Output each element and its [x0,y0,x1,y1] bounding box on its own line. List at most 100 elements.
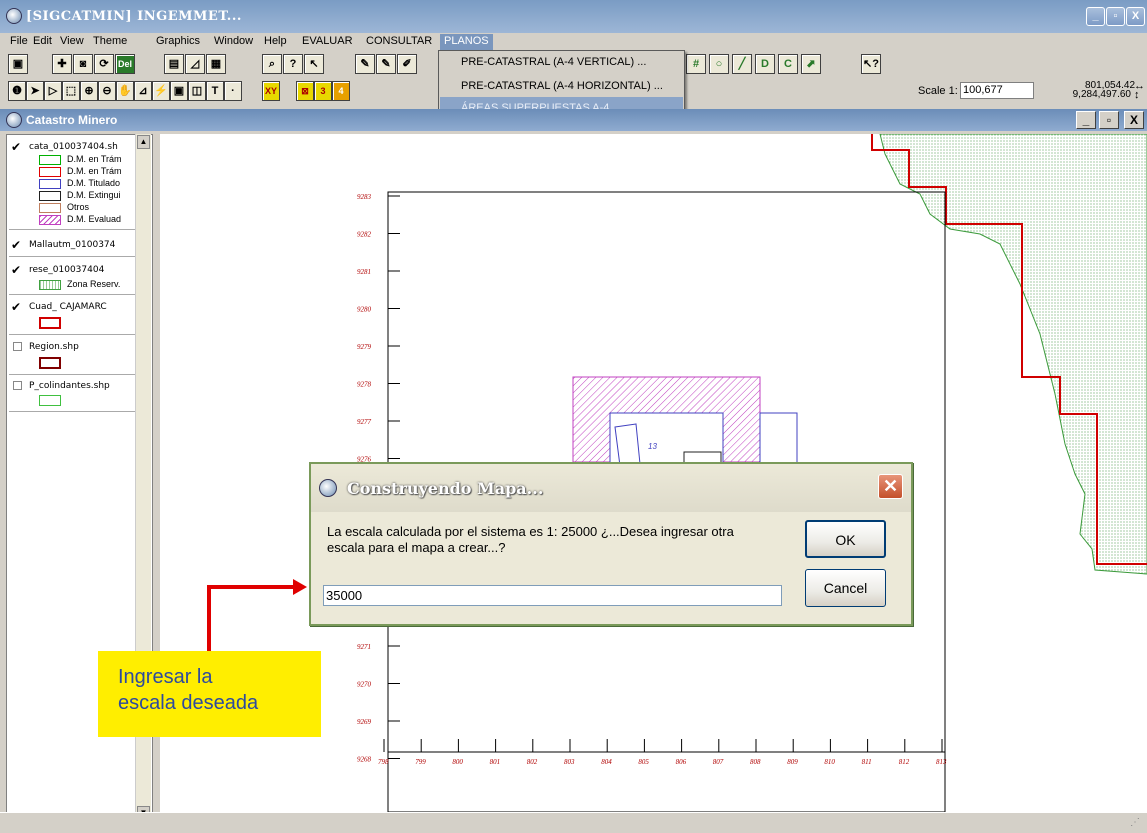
add-theme-icon[interactable]: ✚ [52,54,72,74]
grid-icon[interactable]: # [686,54,706,74]
tool-3-icon[interactable]: 3 [314,81,332,101]
menu-bar: File Edit View Theme Graphics Window Hel… [0,33,1147,51]
edit-tool-2-icon[interactable]: ✎ [376,54,396,74]
vertex-icon[interactable]: ▷ [44,81,62,101]
menu-window[interactable]: Window [214,35,253,47]
layer-name: P_colindantes.shp [29,381,110,391]
y-tick-label: 9270 [357,681,372,689]
chart-icon[interactable]: ◿ [185,54,205,74]
dialog-close-button[interactable]: ✕ [878,474,903,499]
table-icon[interactable]: ▤ [164,54,184,74]
red-arrow-pointer [207,579,307,653]
legend-label: D.M. Evaluad [67,214,122,224]
legend-label: Otros [67,202,90,212]
menu-consultar[interactable]: CONSULTAR [366,35,432,47]
menu-edit[interactable]: Edit [33,35,52,47]
info-icon[interactable]: ❶ [8,81,26,101]
ok-button[interactable]: OK [805,520,886,558]
menu-view[interactable]: View [60,35,84,47]
coord-y: 9,284,497.60 [1072,89,1131,100]
checkmark-icon[interactable]: ✔ [11,141,23,153]
legend-label: Zona Reserv. [67,279,121,289]
y-tick-label: 9280 [357,306,372,314]
cancel-button[interactable]: Cancel [805,569,886,607]
app-title-bar: [SIGCATMIN] INGEMMET... _ ▫ X [0,0,1147,33]
text-tool-icon[interactable]: T [206,81,224,101]
pointer-help-icon[interactable]: ↖ [304,54,324,74]
x-tick-label: 800 [452,758,463,766]
save-icon[interactable]: ▣ [8,54,28,74]
legend-swatch [39,215,61,225]
resize-grip-icon[interactable]: ⋰ [1130,817,1140,828]
checkmark-icon[interactable]: ✔ [11,239,23,251]
doc-close-button[interactable]: X [1124,111,1144,129]
edit-tool-1-icon[interactable]: ✎ [355,54,375,74]
y-tick-label: 9269 [357,718,372,726]
line-icon[interactable]: ╱ [732,54,752,74]
delete-button[interactable]: Del [115,54,135,74]
zoom-in-icon[interactable]: ⊕ [80,81,98,101]
area-select-icon[interactable]: ▣ [170,81,188,101]
y-tick-label: 9279 [357,343,372,351]
x-tick-label: 804 [601,758,612,766]
menu-theme[interactable]: Theme [93,35,127,47]
app-title: [SIGCATMIN] INGEMMET... [26,9,242,24]
close-button[interactable]: X [1126,7,1145,26]
layer-checkbox[interactable] [13,381,22,390]
menu-help[interactable]: Help [264,35,287,47]
x-tick-label: 801 [490,758,501,766]
c-icon[interactable]: C [778,54,798,74]
scale-input-field[interactable]: 35000 [323,585,782,606]
callout-line-2: escala deseada [118,692,259,714]
xy-button[interactable]: XY [262,81,280,101]
identify-icon[interactable]: ↖? [861,54,881,74]
tool-4-icon[interactable]: 4 [332,81,350,101]
d-icon[interactable]: D [755,54,775,74]
select-icon[interactable]: ⬚ [62,81,80,101]
xy-tool-icon[interactable]: ⊠ [296,81,314,101]
maximize-button[interactable]: ▫ [1106,7,1125,26]
legend-label: D.M. en Trám [67,154,122,164]
app-globe-icon [6,8,22,24]
layout-icon[interactable]: ▦ [206,54,226,74]
hotlink-icon[interactable]: ⚡ [152,81,170,101]
circle-icon[interactable]: ○ [709,54,729,74]
layer-checkbox[interactable] [13,342,22,351]
menu-item-pre-catastral-horizontal[interactable]: PRE-CATASTRAL (A-4 HORIZONTAL) ... [440,75,683,97]
pan-icon[interactable]: ✋ [116,81,134,101]
checkmark-icon[interactable]: ✔ [11,264,23,276]
menu-item-pre-catastral-vertical[interactable]: PRE-CATASTRAL (A-4 VERTICAL) ... [440,51,683,73]
measure-icon[interactable]: ⊿ [134,81,152,101]
legend-swatch [39,191,61,201]
menu-planos[interactable]: PLANOS [440,34,493,50]
construyendo-mapa-dialog: Construyendo Mapa... ✕ La escala calcula… [309,462,913,626]
pointer-icon[interactable]: ➤ [26,81,44,101]
scroll-up-icon[interactable]: ▲ [137,135,150,149]
legend-swatch [39,317,61,329]
scale-input[interactable]: 100,677 [960,82,1034,99]
x-tick-label: 812 [899,758,910,766]
edit-tool-3-icon[interactable]: ✐ [397,54,417,74]
doc-restore-button[interactable]: ▫ [1099,111,1119,129]
legend-label: D.M. en Trám [67,166,122,176]
x-tick-label: 811 [862,758,872,766]
x-tick-label: 805 [638,758,649,766]
label-icon[interactable]: ◫ [188,81,206,101]
theme-properties-icon[interactable]: ◙ [73,54,93,74]
menu-evaluar[interactable]: EVALUAR [302,35,353,47]
help-icon[interactable]: ? [283,54,303,74]
find-icon[interactable]: ⌕ [262,54,282,74]
minimize-button[interactable]: _ [1086,7,1105,26]
y-tick-label: 9277 [357,418,372,426]
divider [9,256,139,257]
zoom-out-icon[interactable]: ⊖ [98,81,116,101]
chart-line-icon[interactable]: ⬈ [801,54,821,74]
point-tool-icon[interactable]: · [224,81,242,101]
menu-file[interactable]: File [10,35,28,47]
refresh-icon[interactable]: ⟳ [94,54,114,74]
x-tick-label: 806 [676,758,687,766]
doc-minimize-button[interactable]: _ [1076,111,1096,129]
checkmark-icon[interactable]: ✔ [11,301,23,313]
menu-graphics[interactable]: Graphics [156,35,200,47]
callout-text: Ingresar la escala deseada [118,664,258,716]
